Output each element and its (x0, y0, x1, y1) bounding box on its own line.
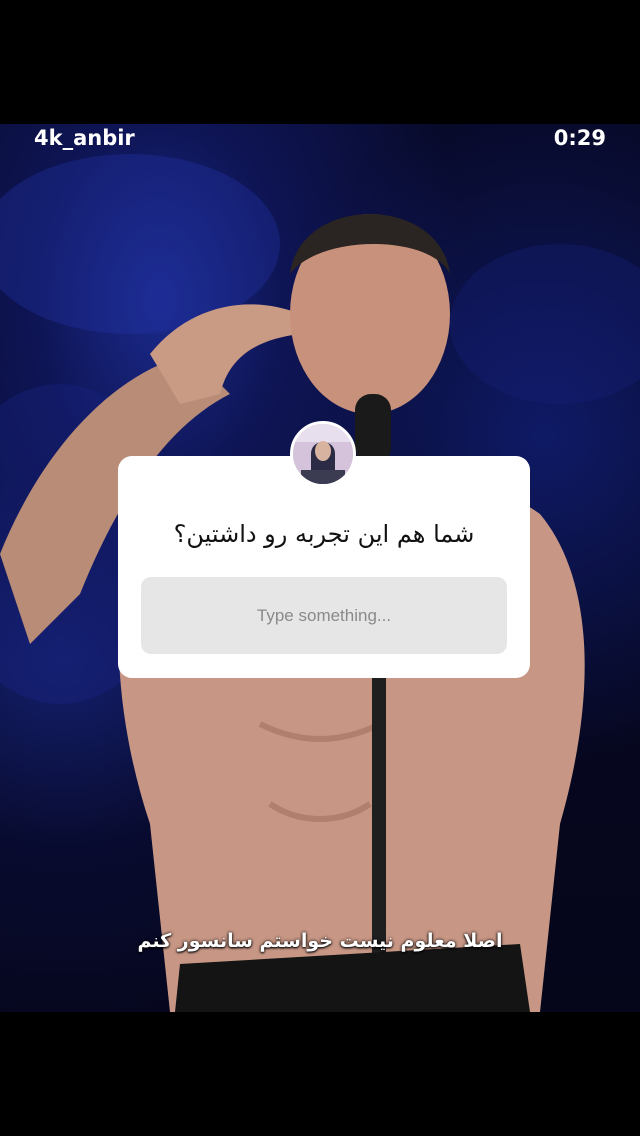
story-timer: 0:29 (553, 126, 606, 150)
question-text: شما هم این تجربه رو داشتین؟ (173, 520, 475, 548)
story-header: 4k_anbir 0:29 (0, 124, 640, 164)
question-sticker[interactable]: شما هم این تجربه رو داشتین؟ (118, 456, 530, 678)
story-username[interactable]: 4k_anbir (34, 126, 135, 150)
answer-input[interactable] (141, 577, 507, 654)
sticker-avatar (290, 421, 356, 487)
video-caption: اصلا معلوم نیست خواستم سانسور کنم (137, 930, 503, 952)
